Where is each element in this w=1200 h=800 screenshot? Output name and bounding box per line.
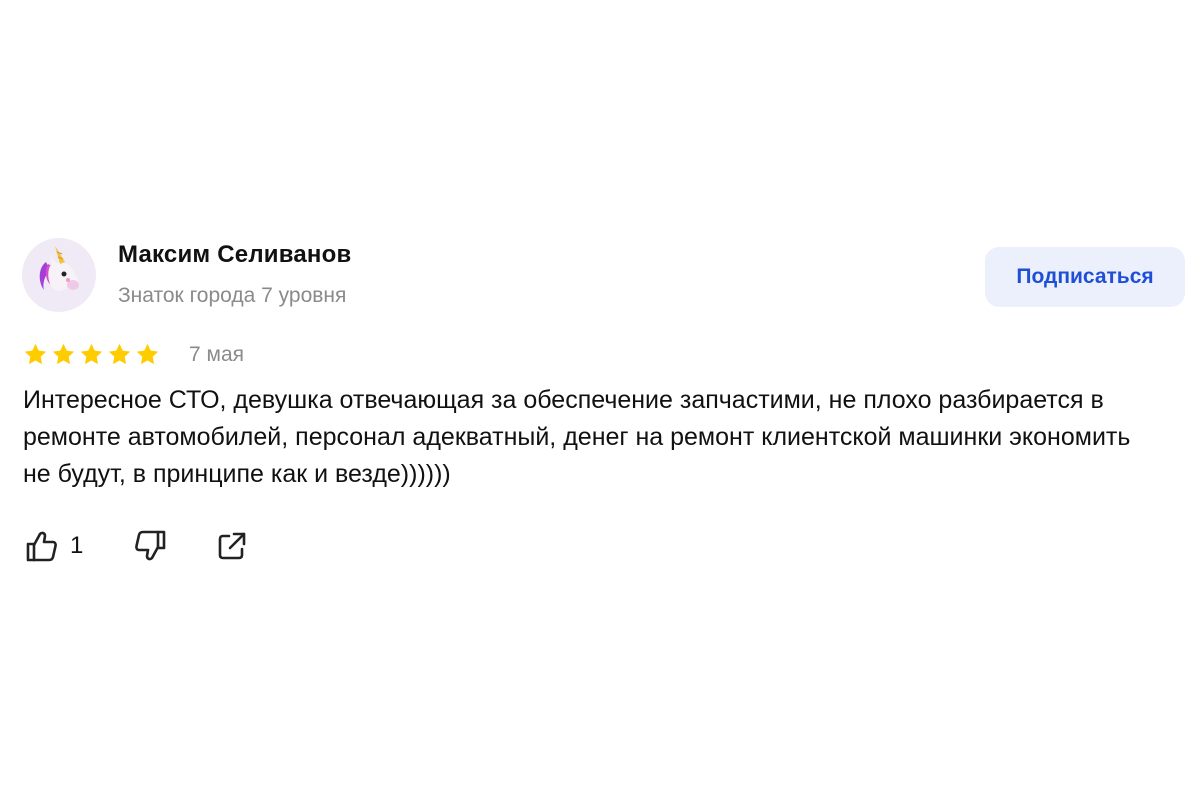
star-icon xyxy=(51,342,76,370)
thumbs-down-icon xyxy=(135,530,166,561)
review-date: 7 мая xyxy=(189,343,245,366)
like-count: 1 xyxy=(70,532,84,559)
avatar[interactable] xyxy=(22,238,96,312)
star-icon xyxy=(107,342,132,370)
author-name[interactable]: Максим Селиванов xyxy=(118,241,351,269)
star-icon xyxy=(23,342,48,370)
share-button[interactable] xyxy=(214,524,250,568)
share-icon xyxy=(218,532,246,560)
thumbs-up-icon xyxy=(26,531,57,562)
review-card: Максим Селиванов Знаток города 7 уровня … xyxy=(0,0,1200,800)
subscribe-button[interactable]: Подписаться xyxy=(985,247,1185,307)
like-button[interactable]: 1 xyxy=(24,524,83,568)
author-level: Знаток города 7 уровня xyxy=(118,284,347,307)
unicorn-icon xyxy=(39,246,79,291)
review-text: Интересное СТО, девушка отвечающая за об… xyxy=(23,386,1131,488)
star-icon xyxy=(135,342,160,370)
rating-stars xyxy=(23,342,160,370)
star-icon xyxy=(79,342,104,370)
dislike-button[interactable] xyxy=(132,524,168,568)
